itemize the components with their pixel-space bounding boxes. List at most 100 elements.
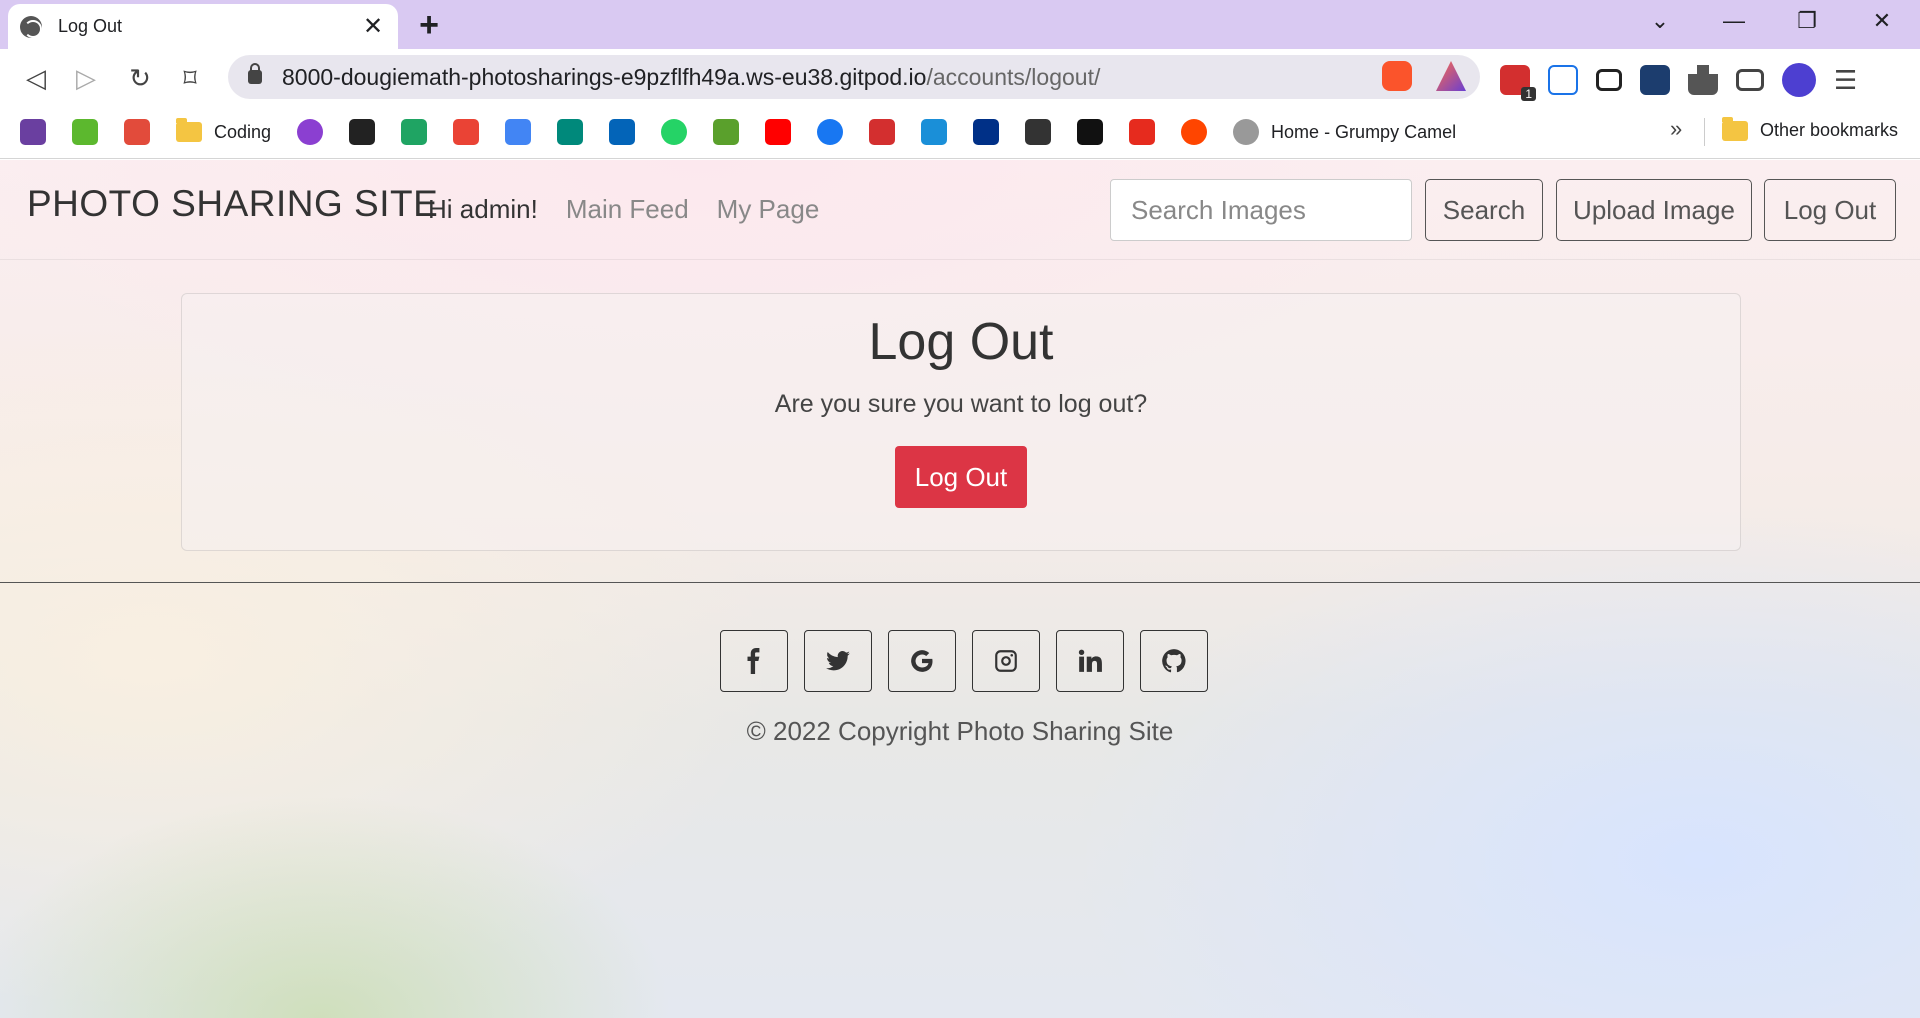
folder-icon (176, 118, 202, 142)
drive-icon (401, 119, 428, 145)
menu-icon[interactable]: ☰ (1834, 65, 1857, 96)
ii-icon (124, 119, 150, 145)
globe-icon (20, 15, 42, 38)
whatsapp-icon (661, 119, 688, 145)
navbar-logout-button[interactable]: Log Out (1764, 179, 1896, 241)
footer-divider (0, 582, 1920, 583)
url-host: 8000-dougiemath-photosharings-e9pzflfh49… (282, 63, 927, 90)
bookmarks-divider (1704, 118, 1705, 146)
social-links (720, 630, 1208, 692)
browser-tab[interactable]: Log Out ✕ (8, 4, 398, 49)
upload-image-button[interactable]: Upload Image (1556, 179, 1752, 241)
search-input[interactable] (1110, 179, 1412, 241)
bookmark-item[interactable] (124, 119, 150, 145)
bookmark-item[interactable] (1129, 119, 1156, 145)
wallet-icon[interactable] (1736, 69, 1764, 91)
instagram-icon[interactable] (972, 630, 1040, 692)
bookmark-page-icon[interactable]: ⌑ (172, 61, 208, 95)
restore-button[interactable]: ❐ (1787, 8, 1827, 34)
nav-my-page[interactable]: My Page (717, 194, 820, 225)
minimize-button[interactable]: — (1714, 8, 1754, 34)
extension-red-icon[interactable]: 1 (1500, 65, 1536, 101)
bookmark-site-icon (20, 119, 46, 145)
youtube-icon (765, 119, 792, 145)
bookmark-item[interactable]: Home - Grumpy Camel (1233, 119, 1456, 145)
github-icon[interactable] (1140, 630, 1208, 692)
camel-icon (1233, 119, 1260, 145)
other-bookmarks[interactable]: Other bookmarks (1722, 116, 1899, 141)
bookmark-item[interactable] (20, 119, 46, 145)
reddit-icon (1181, 119, 1208, 145)
address-bar[interactable]: 8000-dougiemath-photosharings-e9pzflfh49… (228, 55, 1480, 99)
bookmark-item[interactable] (1025, 119, 1052, 145)
bookmark-item[interactable] (609, 119, 636, 145)
search-button[interactable]: Search (1425, 179, 1543, 241)
new-tab-button[interactable]: + (412, 6, 446, 45)
bookmark-item[interactable] (349, 119, 376, 145)
google-icon[interactable] (888, 630, 956, 692)
bookmark-item[interactable] (401, 119, 428, 145)
bookmark-item[interactable] (1077, 119, 1104, 145)
bookmark-item[interactable]: Coding (176, 118, 272, 143)
site-brand[interactable]: PHOTO SHARING SITE (27, 183, 438, 225)
bookmark-item[interactable] (765, 119, 792, 145)
bookmark-item[interactable] (973, 119, 1000, 145)
calendar-icon (505, 119, 532, 145)
linkedin-icon[interactable] (1056, 630, 1124, 692)
facebook-icon (817, 119, 844, 145)
bookmark-label: Coding (214, 121, 272, 142)
nav-main-feed[interactable]: Main Feed (566, 194, 689, 225)
close-tab-icon[interactable]: ✕ (360, 12, 386, 41)
bookmark-item[interactable] (661, 119, 688, 145)
forward-button[interactable]: ▷ (68, 61, 104, 95)
logout-confirm-message: Are you sure you want to log out? (774, 390, 1148, 418)
bookmark-item[interactable] (297, 119, 324, 145)
url-path: /accounts/logout/ (926, 63, 1101, 90)
bookmark-item[interactable] (869, 119, 896, 145)
bookmarks-bar: Coding Home - Grumpy Camel » Other bookmark… (0, 106, 1920, 159)
confirm-logout-button[interactable]: Log Out (895, 446, 1027, 508)
bookmark-item[interactable] (453, 119, 480, 145)
facebook-icon[interactable] (720, 630, 788, 692)
extension-badge: 1 (1521, 87, 1536, 101)
bookmark-item[interactable] (557, 119, 584, 145)
qr-icon (1025, 119, 1052, 145)
meet-icon (557, 119, 584, 145)
browser-tabbar: Log Out ✕ + ⌄ — ❐ ✕ (0, 0, 1920, 49)
folder-icon (1722, 116, 1748, 141)
other-bookmarks-label: Other bookmarks (1760, 120, 1899, 140)
page: PHOTO SHARING SITE Hi admin! Main Feed M… (0, 160, 1920, 1018)
bookmark-item[interactable] (1181, 119, 1208, 145)
paypal-icon (973, 119, 1000, 145)
profile-avatar-icon[interactable] (1782, 63, 1816, 97)
otter-icon[interactable] (1548, 65, 1578, 95)
lock-icon (248, 63, 262, 84)
bookmark-item[interactable] (817, 119, 844, 145)
copyright-text: © 2022 Copyright Photo Sharing Site (746, 716, 1174, 746)
bookmark-item[interactable] (713, 119, 740, 145)
close-window-button[interactable]: ✕ (1862, 8, 1902, 34)
tab-search-chevron-icon[interactable]: ⌄ (1640, 8, 1680, 34)
card-title: Log Out (868, 313, 1054, 371)
tab-title: Log Out (58, 16, 123, 36)
twitter-icon[interactable] (804, 630, 872, 692)
bookmark-item[interactable] (72, 119, 98, 145)
more-bookmarks-button[interactable]: » (1670, 116, 1682, 142)
dots-black-icon (1077, 119, 1104, 145)
ted-icon (1129, 119, 1156, 145)
extensions-puzzle-icon[interactable] (1688, 65, 1718, 95)
bookmark-item[interactable] (921, 119, 948, 145)
arc-icon[interactable] (1640, 65, 1670, 95)
reload-button[interactable]: ↻ (122, 61, 158, 95)
brave-rewards-icon[interactable] (1436, 61, 1466, 91)
translate-icon (921, 119, 948, 145)
gmail-icon (453, 119, 480, 145)
back-button[interactable]: ◁ (18, 61, 54, 95)
brave-shield-icon[interactable] (1382, 61, 1412, 91)
site-navbar: PHOTO SHARING SITE Hi admin! Main Feed M… (0, 160, 1920, 260)
picture-in-picture-icon[interactable] (1596, 69, 1622, 91)
bookmark-item[interactable] (505, 119, 532, 145)
browser-toolbar: ◁ ▷ ↻ ⌑ 8000-dougiemath-photosharings-e9… (0, 49, 1920, 106)
logout-card: Log Out Are you sure you want to log out… (181, 293, 1741, 551)
e-icon (72, 119, 98, 145)
